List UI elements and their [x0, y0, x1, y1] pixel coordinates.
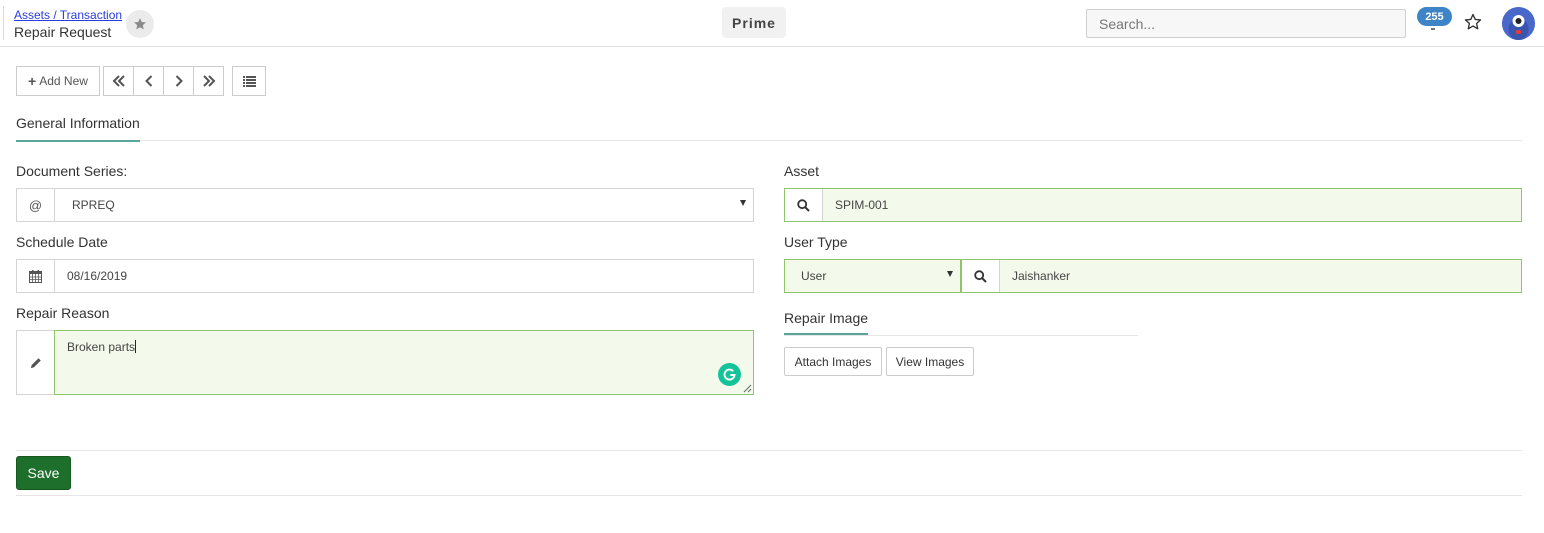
- text-cursor: [135, 340, 137, 353]
- list-icon: [242, 75, 256, 87]
- page-title: Repair Request: [14, 24, 112, 40]
- user-type-select[interactable]: User: [784, 259, 961, 293]
- save-button[interactable]: Save: [16, 456, 71, 490]
- repair-reason-textarea[interactable]: Broken parts: [54, 330, 754, 395]
- user-lookup-field[interactable]: Jaishanker: [961, 259, 1522, 293]
- plus-icon: +: [28, 73, 37, 89]
- notification-dash: [1431, 28, 1435, 30]
- schedule-date-label: Schedule Date: [16, 234, 108, 250]
- search-input[interactable]: [1086, 9, 1406, 38]
- document-series-select[interactable]: @ RPREQ: [16, 188, 754, 222]
- footer-bottom-divider: [16, 495, 1522, 496]
- record-navigation: [103, 66, 224, 96]
- star-outline-icon: [1464, 13, 1482, 30]
- repair-reason-group: Broken parts: [16, 330, 754, 395]
- repair-image-divider: [784, 335, 1138, 336]
- user-value: Jaishanker: [1000, 260, 1521, 292]
- first-record-button[interactable]: [103, 66, 134, 96]
- pencil-icon: [16, 330, 54, 395]
- repair-reason-value: Broken parts: [67, 340, 136, 354]
- schedule-date-value: 08/16/2019: [67, 269, 128, 283]
- previous-record-button[interactable]: [133, 66, 164, 96]
- schedule-date-field[interactable]: 08/16/2019: [16, 259, 754, 293]
- next-record-button[interactable]: [163, 66, 194, 96]
- double-chevron-left-icon: [112, 75, 125, 87]
- footer-top-divider: [16, 450, 1522, 451]
- add-new-button[interactable]: + Add New: [16, 66, 100, 96]
- search-icon[interactable]: [785, 189, 823, 221]
- breadcrumb[interactable]: Assets / Transaction: [14, 8, 122, 22]
- grammarly-icon[interactable]: [718, 363, 741, 386]
- double-chevron-right-icon: [202, 75, 215, 87]
- asset-value: SPIM-001: [823, 189, 1521, 221]
- asset-lookup-field[interactable]: SPIM-001: [784, 188, 1522, 222]
- dropdown-caret-icon: [947, 271, 953, 277]
- at-sign-icon: @: [17, 189, 55, 221]
- chevron-left-icon: [144, 75, 152, 87]
- view-images-button[interactable]: View Images: [886, 347, 974, 376]
- add-new-label: Add New: [39, 74, 88, 88]
- top-header: Assets / Transaction Repair Request Prim…: [0, 0, 1544, 47]
- avatar-monster-icon: [1502, 7, 1535, 40]
- notification-badge: 255: [1417, 7, 1452, 26]
- bookmarks-button[interactable]: [1463, 12, 1485, 34]
- chevron-right-icon: [175, 75, 183, 87]
- resize-grip-icon[interactable]: [743, 384, 752, 393]
- tab-underline-divider: [16, 140, 1522, 141]
- tab-general-information[interactable]: General Information: [16, 115, 140, 142]
- calendar-icon[interactable]: [17, 260, 55, 292]
- list-view-button[interactable]: [232, 66, 266, 96]
- user-type-label: User Type: [784, 234, 848, 250]
- repair-image-title: Repair Image: [784, 310, 869, 335]
- repair-reason-label: Repair Reason: [16, 305, 110, 321]
- last-record-button[interactable]: [193, 66, 224, 96]
- user-type-value: User: [801, 269, 827, 283]
- dropdown-caret-icon: [740, 200, 746, 206]
- document-series-label: Document Series:: [16, 163, 128, 179]
- asset-label: Asset: [784, 163, 820, 179]
- attach-images-button[interactable]: Attach Images: [784, 347, 882, 376]
- star-icon: [134, 18, 146, 30]
- favorite-button[interactable]: [126, 10, 154, 38]
- notifications-button[interactable]: 255: [1416, 7, 1452, 33]
- search-icon[interactable]: [962, 260, 1000, 292]
- document-series-value: RPREQ: [72, 198, 115, 212]
- brand-logo: Prime: [722, 7, 786, 38]
- header-edge-divider: [3, 6, 4, 40]
- avatar[interactable]: [1502, 7, 1535, 40]
